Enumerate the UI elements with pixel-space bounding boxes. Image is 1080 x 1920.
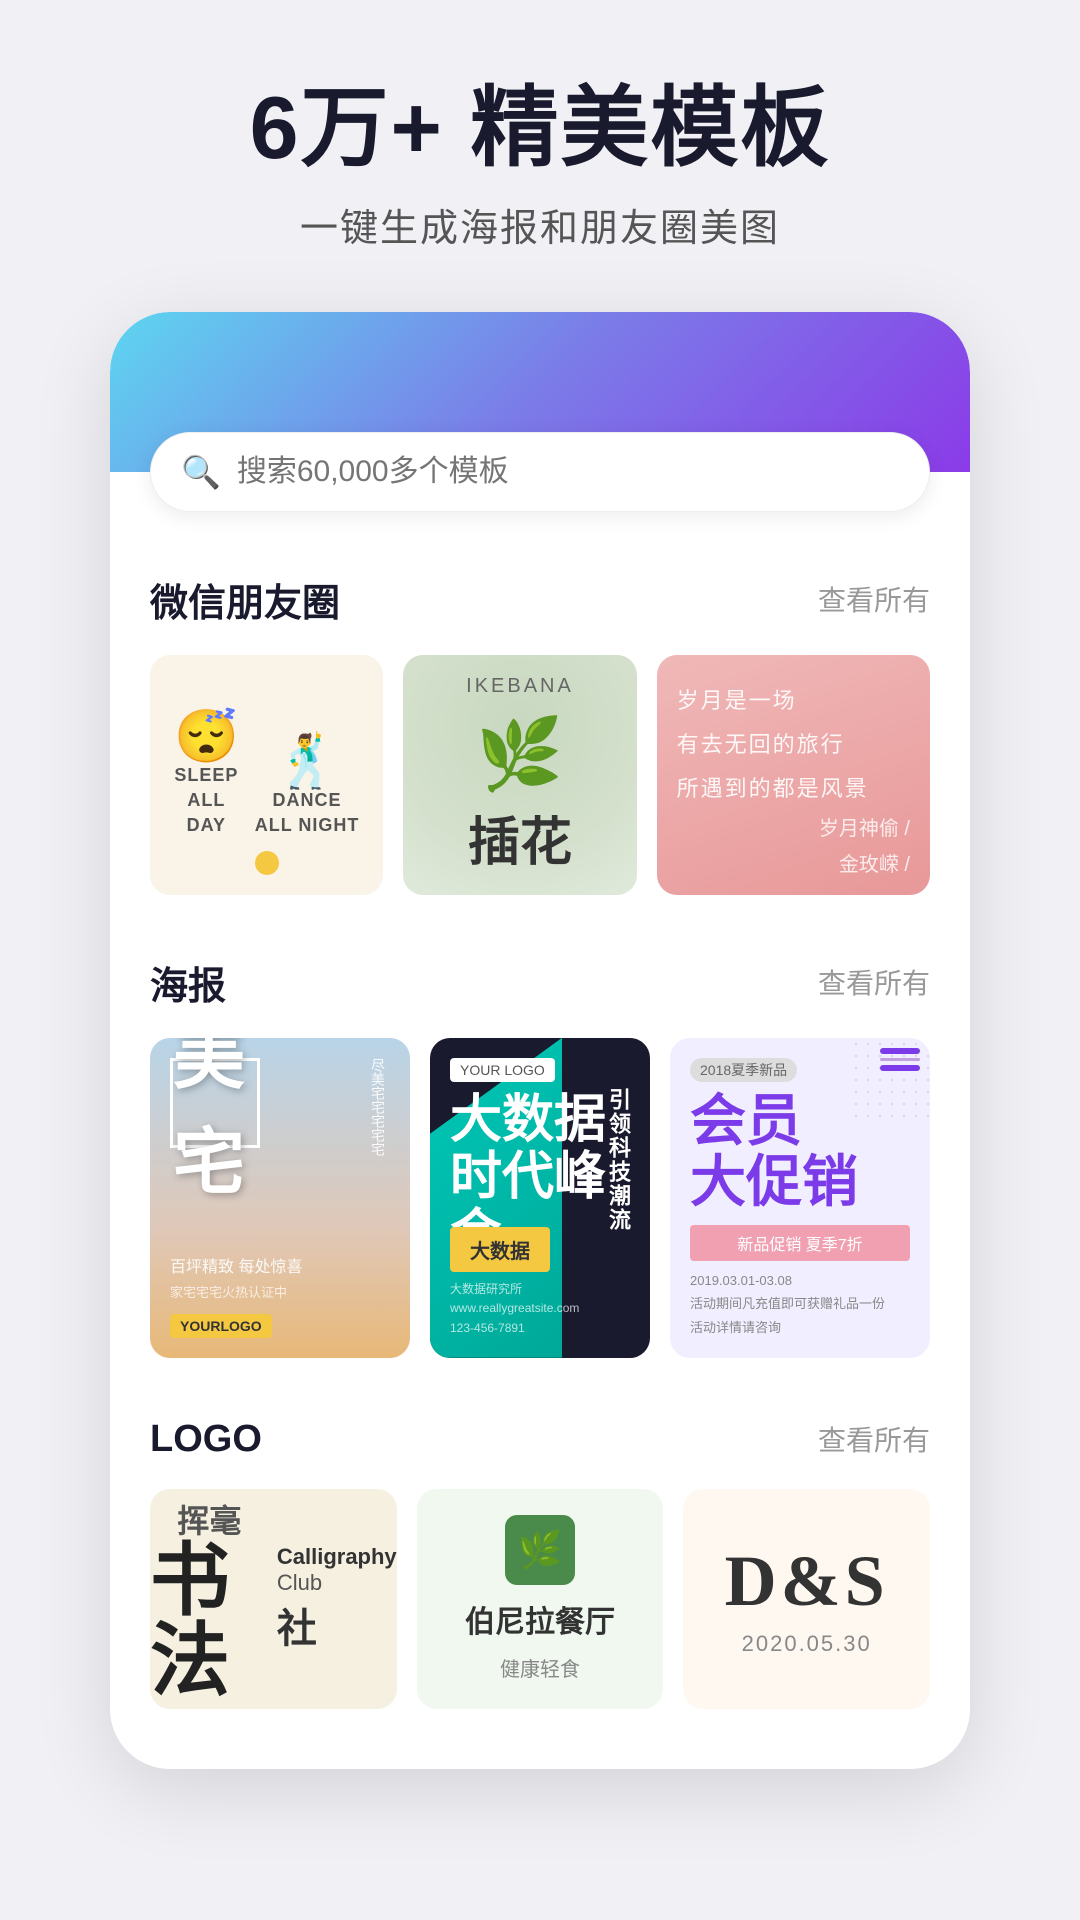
ds-date: 2020.05.30: [742, 1631, 872, 1657]
wechat-view-all[interactable]: 查看所有: [818, 579, 930, 619]
deco-bar-1: [880, 1048, 920, 1054]
poster1-logo-bar: YOURLOGO: [170, 1314, 390, 1338]
hero-title: 6万+ 精美模板: [250, 80, 831, 177]
calligraphy-she: 社: [277, 1596, 397, 1654]
logo-card-ds[interactable]: D&S 2020.05.30: [683, 1489, 930, 1709]
wechat-card-ikebana[interactable]: 🌿 IKEBANA 插花: [403, 655, 636, 895]
sleep-text: SLEEPALLDAY: [174, 763, 239, 839]
restaurant-name: 伯尼拉餐厅: [465, 1597, 615, 1641]
search-icon: 🔍: [181, 453, 221, 491]
logo-section: LOGO 查看所有 挥毫 书法 Calligraphy Club 社: [110, 1418, 970, 1709]
wechat-section-header: 微信朋友圈 查看所有: [150, 572, 930, 627]
wechat-card-poem[interactable]: 岁月是一场 有去无回的旅行 所遇到的都是风景 岁月神偷 /金玫嵘 /: [657, 655, 930, 895]
poster1-yourlogo: YOURLOGO: [170, 1314, 272, 1338]
hero-subtitle: 一键生成海报和朋友圈美图: [250, 197, 831, 252]
calligraphy-big-zh: 书法: [150, 1542, 269, 1702]
poster-section-title: 海报: [150, 955, 226, 1010]
poster2-bottom: 大数据 大数据研究所 www.reallygreatsite.com 123-4…: [450, 1227, 630, 1338]
wechat-card-sleep-dance[interactable]: 😴 SLEEPALLDAY 🕺 DANCEALL NIGHT: [150, 655, 383, 895]
logo-section-header: LOGO 查看所有: [150, 1418, 930, 1461]
dance-text: DANCEALL NIGHT: [255, 788, 360, 838]
poster-view-all[interactable]: 查看所有: [818, 962, 930, 1002]
search-bar[interactable]: 🔍: [150, 432, 930, 512]
deco-bar-3: [880, 1065, 920, 1071]
poem-author: 岁月神偷 /金玫嵘 /: [677, 811, 910, 883]
calligraphy-en1: Calligraphy: [277, 1544, 397, 1570]
yellow-dot: [255, 851, 279, 875]
ikebana-zh: 插花: [468, 800, 572, 875]
wechat-section: 微信朋友圈 查看所有 😴 SLEEPALLDAY 🕺 DANCEALL NIGH…: [110, 572, 970, 895]
poster-section-header: 海报 查看所有: [150, 955, 930, 1010]
hero-section: 6万+ 精美模板 一键生成海报和朋友圈美图: [190, 80, 891, 252]
poster-card-meizhai[interactable]: 美宅 尽美宅宅宅宅宅 百坪精致 每处惊喜 家宅宅宅火热认证中 YOURLOGO: [150, 1038, 410, 1358]
calligraphy-left: 挥毫 书法: [150, 1496, 269, 1702]
logo-card-restaurant[interactable]: 🌿 伯尼拉餐厅 健康轻食: [417, 1489, 664, 1709]
page-container: 6万+ 精美模板 一键生成海报和朋友圈美图 🔍 微信朋友圈 查看所有 😴: [0, 0, 1080, 1920]
logo-template-grid: 挥毫 书法 Calligraphy Club 社 🌿 伯尼拉餐厅 健康: [150, 1489, 930, 1709]
wechat-section-title: 微信朋友圈: [150, 572, 340, 627]
wechat-template-grid: 😴 SLEEPALLDAY 🕺 DANCEALL NIGHT 🌿 IKEBANA: [150, 655, 930, 895]
poster1-title-text: 美宅: [170, 1058, 260, 1148]
ds-logo-text: D&S: [725, 1540, 889, 1623]
poster3-pink-bar: 新品促销 夏季7折: [690, 1225, 910, 1261]
poster3-tag: 2018夏季新品: [690, 1058, 797, 1082]
poster3-deco-bars: [880, 1048, 920, 1071]
poster-card-member[interactable]: 2018夏季新品 会员大促销 新品促销 夏季7折 2019.03.01-03.0…: [670, 1038, 930, 1358]
logo-card-calligraphy[interactable]: 挥毫 书法 Calligraphy Club 社: [150, 1489, 397, 1709]
restaurant-sub: 健康轻食: [500, 1653, 580, 1682]
poster-card-summit[interactable]: YOUR LOGO 大数据时代峰会 引领科技潮流 大数据 大数据研究所 www.…: [430, 1038, 650, 1358]
ikebana-en: IKEBANA: [466, 675, 574, 698]
poster1-sub-vertical: 尽美宅宅宅宅宅: [365, 1058, 390, 1156]
logo-section-title: LOGO: [150, 1418, 262, 1461]
sleep-character: 😴 SLEEPALLDAY: [174, 711, 239, 839]
calligraphy-content: 挥毫 书法 Calligraphy Club 社: [150, 1496, 397, 1702]
dance-character: 🕺 DANCEALL NIGHT: [255, 736, 360, 838]
poster1-bottom: 百坪精致 每处惊喜 家宅宅宅火热认证中 YOURLOGO: [170, 1255, 390, 1338]
brush-text: 挥毫: [177, 1496, 241, 1542]
calligraphy-en2: Club: [277, 1570, 397, 1596]
poster1-brand: 百坪精致 每处惊喜 家宅宅宅火热认证中: [170, 1255, 390, 1306]
deco-bar-2: [880, 1058, 920, 1061]
poster2-info: 大数据研究所 www.reallygreatsite.com 123-456-7…: [450, 1280, 630, 1338]
poster3-details: 2019.03.01-03.08 活动期间凡充值即可获赠礼品一份 活动详情请咨询: [690, 1269, 910, 1339]
search-input[interactable]: [237, 455, 899, 489]
calligraphy-right: Calligraphy Club 社: [277, 1544, 397, 1654]
poster-template-grid: 美宅 尽美宅宅宅宅宅 百坪精致 每处惊喜 家宅宅宅火热认证中 YOURLOGO: [150, 1038, 930, 1358]
poem-lines: 岁月是一场 有去无回的旅行 所遇到的都是风景: [677, 679, 910, 811]
sleep-dance-content: 😴 SLEEPALLDAY 🕺 DANCEALL NIGHT: [174, 711, 359, 839]
phone-card: 🔍 微信朋友圈 查看所有 😴 SLEEPALLDAY: [110, 312, 970, 1769]
poster2-cta: 大数据: [450, 1227, 550, 1272]
poster-section: 海报 查看所有 美宅 尽美宅宅宅宅宅 百坪精致 每处惊喜 家宅宅宅火热认证中 Y…: [110, 955, 970, 1358]
logo-view-all[interactable]: 查看所有: [818, 1419, 930, 1459]
restaurant-icon: 🌿: [505, 1515, 575, 1585]
poster2-logo: YOUR LOGO: [450, 1058, 555, 1082]
